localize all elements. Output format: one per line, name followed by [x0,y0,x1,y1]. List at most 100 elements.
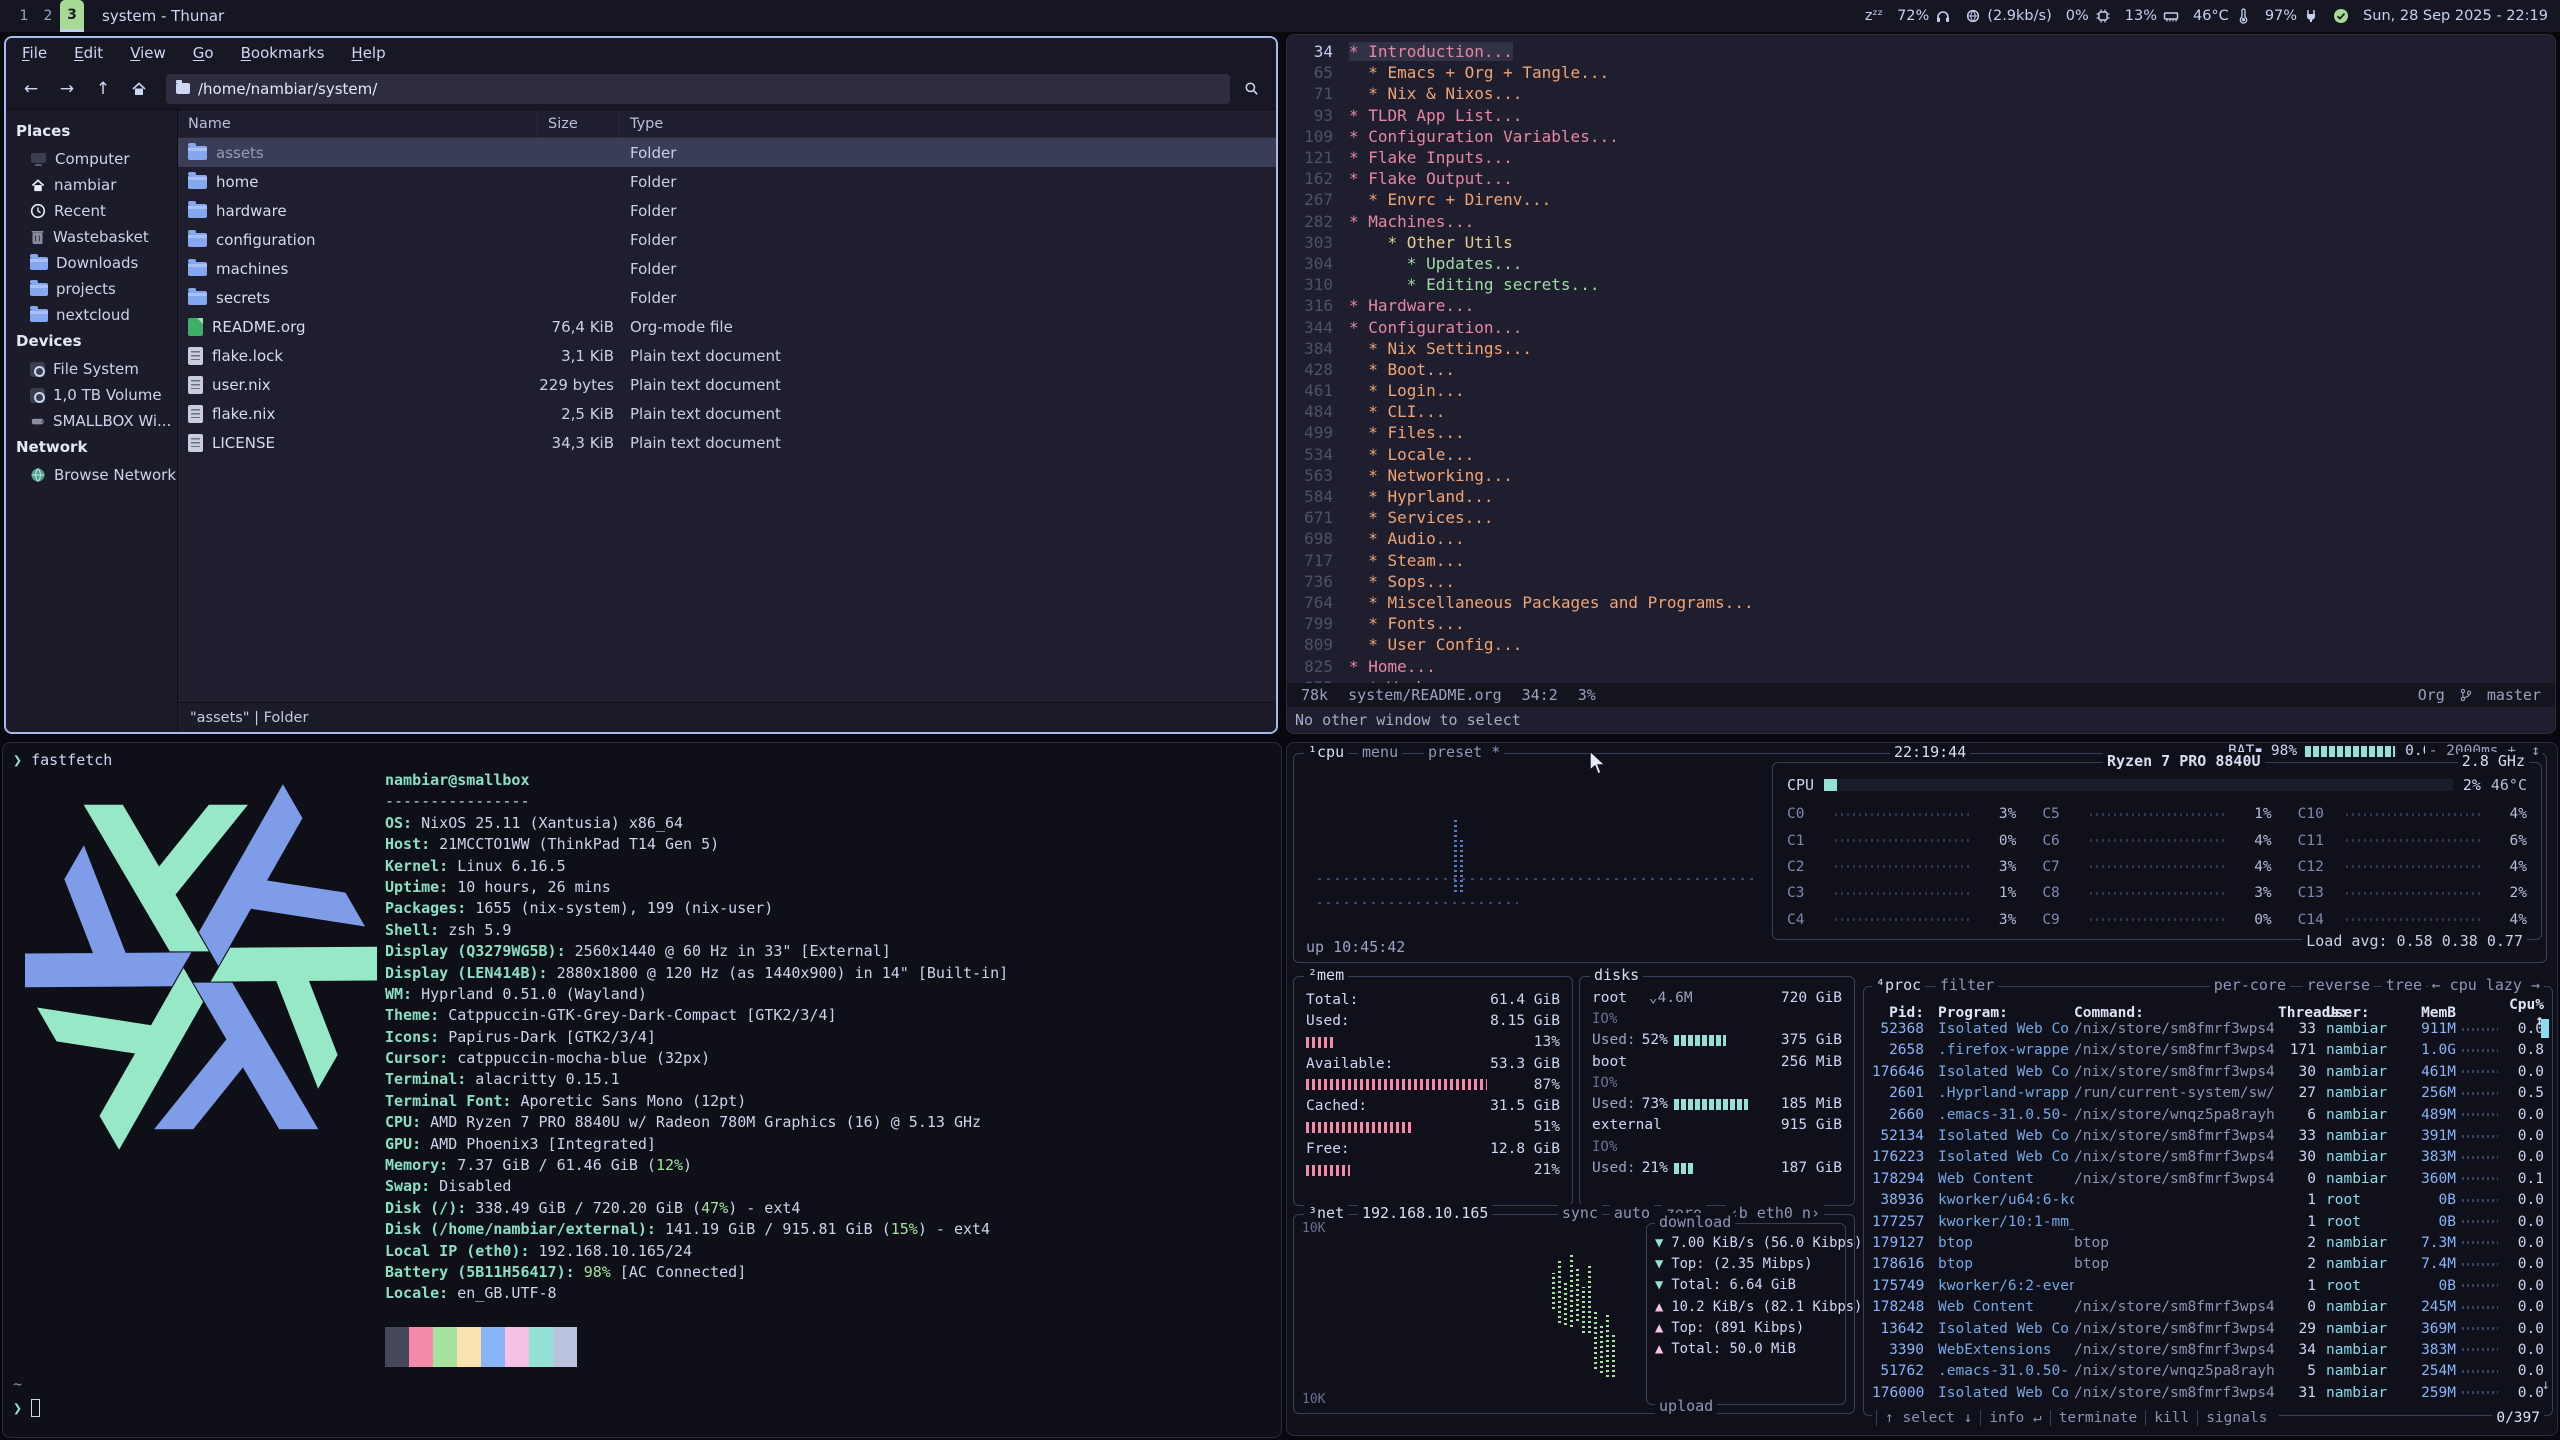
menu-item[interactable]: Go [193,44,214,62]
volume-status[interactable]: 72% [1897,8,1951,24]
process-row[interactable]: 2660 .emacs-31.0.50- /nix/store/wnqz5pa8… [1872,1104,2546,1125]
sidebar-item-wastebasket[interactable]: Wastebasket [6,224,177,250]
org-heading-line[interactable]: 316 * Hardware... [1287,295,2555,316]
menu-button[interactable]: menu [1358,743,1402,761]
org-heading-line[interactable]: 671 * Services... [1287,507,2555,528]
net-box-label[interactable]: ³net [1304,1204,1348,1222]
memory-status[interactable]: 13% [2125,8,2179,24]
process-row[interactable]: 3390 WebExtensions /nix/store/sm8fmrf3wp… [1872,1339,2546,1360]
mem-box-label[interactable]: ²mem [1304,966,1348,984]
process-row[interactable]: 52368 Isolated Web Co /nix/store/sm8fmrf… [1872,1018,2546,1039]
org-heading-line[interactable]: 799 * Fonts... [1287,613,2555,634]
battery-status[interactable]: 97% [2265,8,2319,24]
proc-box-label[interactable]: ⁴proc [1872,976,1925,994]
process-row[interactable]: 176646 Isolated Web Co /nix/store/sm8fmr… [1872,1061,2546,1082]
org-heading-line[interactable]: 484 * CLI... [1287,401,2555,422]
menu-item[interactable]: View [130,44,166,62]
org-heading-line[interactable]: 461 * Login... [1287,380,2555,401]
home-button[interactable] [124,74,154,104]
org-heading-line[interactable]: 34 * Introduction... [1287,41,2555,62]
org-heading-line[interactable]: 698 * Audio... [1287,528,2555,549]
org-heading-line[interactable]: 499 * Files... [1287,422,2555,443]
file-row[interactable]: configuration Folder [178,225,1276,254]
sidebar-item-browse-network[interactable]: Browse Network [6,462,177,488]
file-row[interactable]: README.org 76,4 KiB Org-mode file [178,312,1276,341]
git-branch[interactable]: master [2487,686,2541,704]
process-row[interactable]: 2601 .Hyprland-wrapp /run/current-system… [1872,1083,2546,1104]
file-row[interactable]: hardware Folder [178,196,1276,225]
process-row[interactable]: 178248 Web Content /nix/store/sm8fmrf3wp… [1872,1296,2546,1317]
column-size[interactable]: Size [538,110,620,137]
sidebar-item-smallbox[interactable]: SMALLBOX Wi... [6,408,177,434]
process-row[interactable]: 38936 kworker/u64:6-kc 1 root 0B 0.0 [1872,1190,2546,1211]
file-row[interactable]: home Folder [178,167,1276,196]
org-heading-line[interactable]: 267 * Envrc + Direnv... [1287,189,2555,210]
sidebar-item-recent[interactable]: Recent [6,198,177,224]
file-row[interactable]: assets Folder [178,138,1276,167]
scroll-down-icon[interactable]: ↓ [2542,1377,2550,1393]
org-heading-line[interactable]: 93 * TLDR App List... [1287,105,2555,126]
menu-item[interactable]: Bookmarks [241,44,325,62]
reverse-toggle[interactable]: reverse [2303,976,2374,994]
org-heading-line[interactable]: 344 * Configuration... [1287,316,2555,337]
org-heading-line[interactable]: 736 * Sops... [1287,571,2555,592]
idle-inhibitor[interactable]: zᶻᶻ [1865,8,1883,24]
clock[interactable]: Sun, 28 Sep 2025 - 22:19 [2363,8,2548,24]
file-row[interactable]: secrets Folder [178,283,1276,312]
terminal-window[interactable]: ❯ fastfetch nambiar@smallbox -----------… [2,742,1282,1438]
sidebar-item-filesystem[interactable]: File System [6,356,177,382]
org-heading-line[interactable]: 65 * Emacs + Org + Tangle... [1287,62,2555,83]
tree-toggle[interactable]: tree [2382,976,2426,994]
process-row[interactable]: 13642 Isolated Web Co /nix/store/sm8fmrf… [1872,1318,2546,1339]
process-row[interactable]: 176000 Isolated Web Co /nix/store/sm8fmr… [1872,1382,2546,1403]
percore-toggle[interactable]: per-core [2210,976,2290,994]
sidebar-item-home[interactable]: nambiar [6,172,177,198]
process-row[interactable]: 51762 .emacs-31.0.50- /nix/store/wnqz5pa… [1872,1361,2546,1382]
filter-button[interactable]: filter [1936,976,1998,994]
cpu-status[interactable]: 0% [2066,8,2111,24]
column-name[interactable]: Name [178,110,538,137]
sidebar-item-nextcloud[interactable]: nextcloud [6,302,177,328]
net-auto-toggle[interactable]: auto [1610,1204,1654,1222]
file-row[interactable]: flake.lock 3,1 KiB Plain text document [178,341,1276,370]
back-button[interactable]: ← [16,74,46,104]
org-heading-line[interactable]: 809 * User Config... [1287,634,2555,655]
process-row[interactable]: 179127 btop btop 2 nambiar 7.3M 0.0 [1872,1232,2546,1253]
sort-selector[interactable]: ← cpu lazy → [2428,976,2544,994]
org-heading-line[interactable]: 764 * Miscellaneous Packages and Program… [1287,592,2555,613]
major-mode[interactable]: Org [2418,686,2445,704]
process-row[interactable]: 52134 Isolated Web Co /nix/store/sm8fmrf… [1872,1125,2546,1146]
org-heading-line[interactable]: 563 * Networking... [1287,465,2555,486]
sidebar-item-projects[interactable]: projects [6,276,177,302]
check-circle-icon[interactable] [2333,8,2349,24]
sidebar-item-volume[interactable]: 1,0 TB Volume [6,382,177,408]
workspace-button[interactable]: 3 [60,0,84,32]
proc-scrollbar[interactable] [2541,1019,2549,1038]
org-heading-line[interactable]: 121 * Flake Inputs... [1287,147,2555,168]
path-bar[interactable]: /home/nambiar/system/ [166,74,1230,104]
org-heading-line[interactable]: 303 * Other Utils [1287,232,2555,253]
proc-header-row[interactable]: Pid: Program: Command: Threads: User: Me… [1872,997,2546,1018]
forward-button[interactable]: → [52,74,82,104]
org-heading-line[interactable]: 384 * Nix Settings... [1287,338,2555,359]
file-row[interactable]: user.nix 229 bytes Plain text document [178,370,1276,399]
file-row[interactable]: flake.nix 2,5 KiB Plain text document [178,399,1276,428]
footer-key[interactable]: info ↵ [1980,1410,2049,1426]
cpu-box-label[interactable]: ¹cpu [1304,743,1348,761]
org-heading-line[interactable]: 717 * Steam... [1287,550,2555,571]
process-row[interactable]: 177257 kworker/10:1-mm_ 1 root 0B 0.0 [1872,1211,2546,1232]
process-row[interactable]: 176223 Isolated Web Co /nix/store/sm8fmr… [1872,1147,2546,1168]
file-row[interactable]: machines Folder [178,254,1276,283]
network-status[interactable]: (2.9kb/s) [1965,8,2051,24]
temperature-status[interactable]: 46°C [2193,8,2251,24]
process-row[interactable]: 2658 .firefox-wrappe /nix/store/sm8fmrf3… [1872,1040,2546,1061]
process-row[interactable]: 178616 btop btop 2 nambiar 7.4M 0.0 [1872,1254,2546,1275]
org-heading-line[interactable]: 534 * Locale... [1287,444,2555,465]
process-row[interactable]: 175749 kworker/6:2-even 1 root 0B 0.0 [1872,1275,2546,1296]
footer-key[interactable]: kill [2145,1410,2197,1426]
process-row[interactable]: 178294 Web Content /nix/store/sm8fmrf3wp… [1872,1168,2546,1189]
org-heading-line[interactable]: 310 * Editing secrets... [1287,274,2555,295]
search-button[interactable] [1236,74,1266,104]
shell-prompt[interactable]: ❯ [13,1399,40,1417]
org-heading-line[interactable]: 304 * Updates... [1287,253,2555,274]
